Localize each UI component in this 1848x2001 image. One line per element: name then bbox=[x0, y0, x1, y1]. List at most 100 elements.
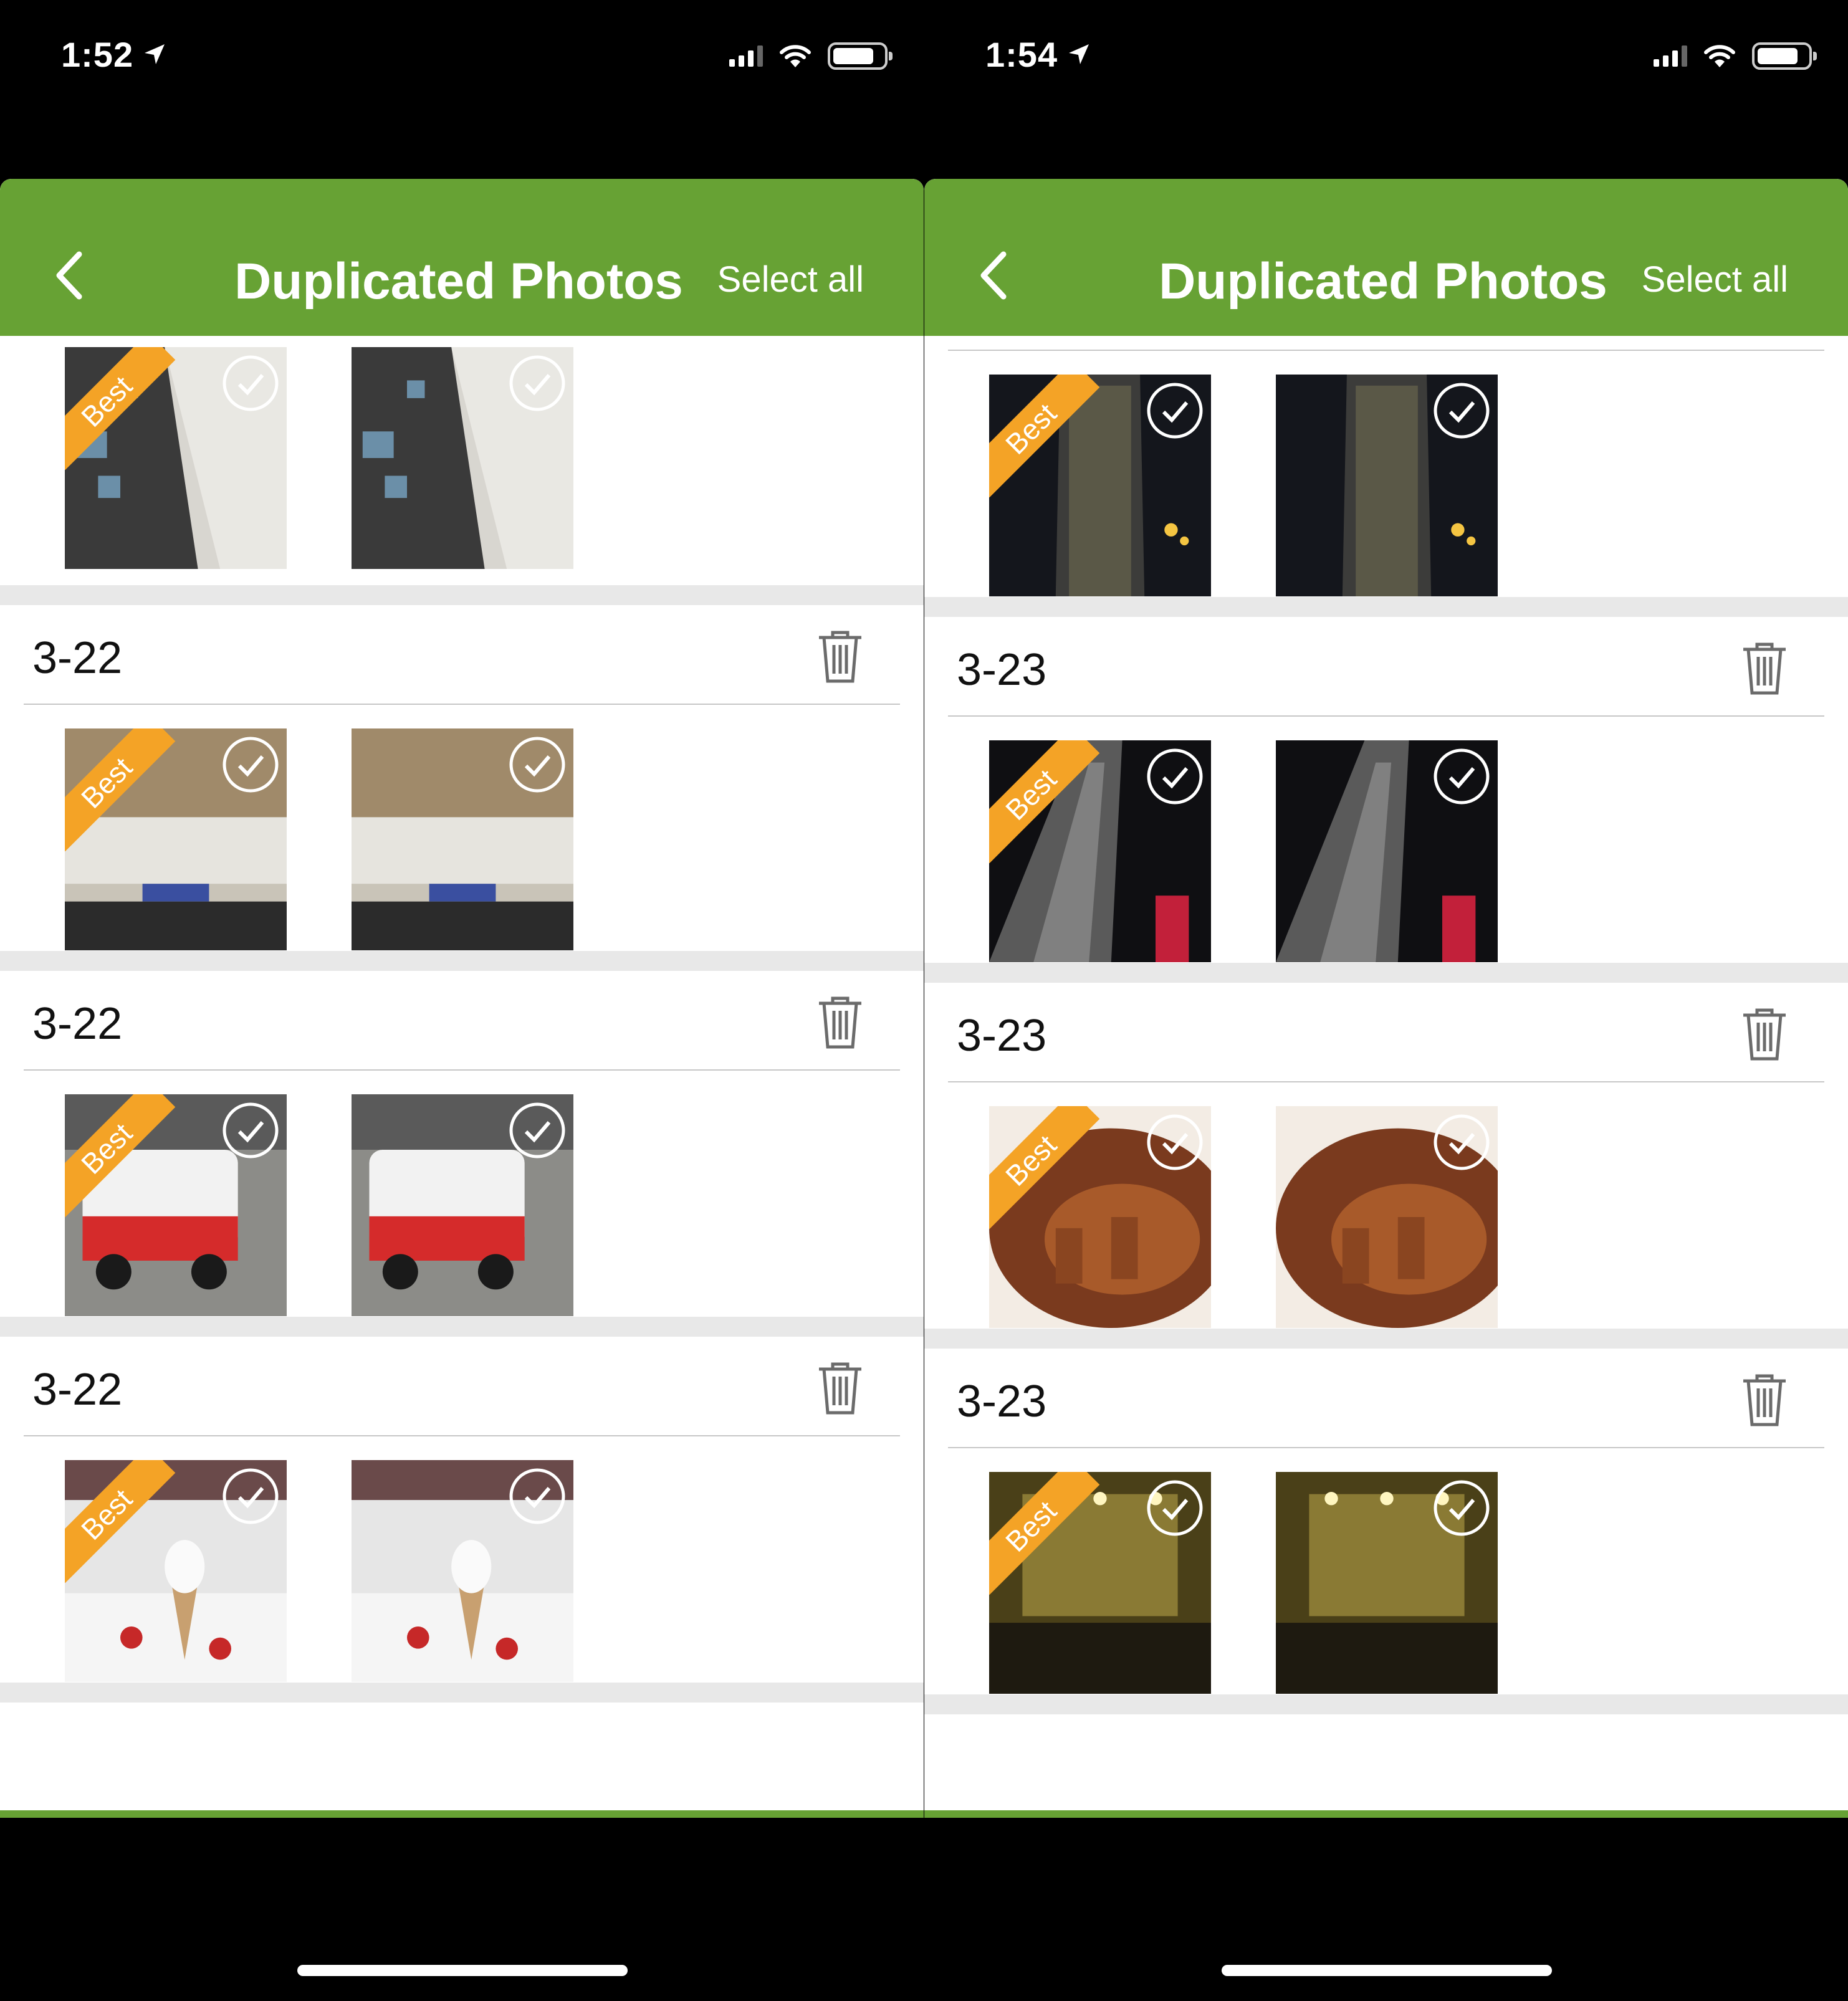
home-indicator[interactable] bbox=[297, 1965, 628, 1976]
photo-thumbnail[interactable] bbox=[1276, 1472, 1498, 1694]
status-bar-icons bbox=[1654, 42, 1817, 70]
photo-thumbnail-best[interactable]: Best bbox=[989, 1472, 1211, 1694]
group-header: 3-23 bbox=[948, 1349, 1824, 1448]
photo-thumbnail-best[interactable]: Best bbox=[989, 740, 1211, 962]
battery-icon bbox=[828, 42, 893, 70]
bottom-bar bbox=[0, 1810, 924, 1818]
trash-icon[interactable] bbox=[1740, 641, 1789, 697]
photo-group-row: Best bbox=[0, 336, 924, 585]
status-bar-icons bbox=[729, 42, 893, 70]
checkmark-circle-icon[interactable] bbox=[507, 735, 567, 795]
trash-icon[interactable] bbox=[1740, 1372, 1789, 1428]
group-separator bbox=[924, 597, 1848, 617]
battery-icon bbox=[1752, 42, 1817, 70]
photo-thumbnail[interactable] bbox=[1276, 375, 1498, 596]
duplicate-groups-list[interactable]: Best 3-23 Best 3-23 Best 3-23 Best bbox=[924, 336, 1848, 1818]
group-header: 3-22 bbox=[24, 971, 900, 1071]
status-bar-time: 1:52 bbox=[61, 34, 167, 75]
group-header: 3-23 bbox=[948, 617, 1824, 717]
duplicated-photos-screen: Duplicated Photos Select all Best bbox=[0, 179, 924, 1818]
status-bar-time: 1:54 bbox=[985, 34, 1091, 75]
photo-thumbnail[interactable] bbox=[1276, 740, 1498, 962]
wifi-icon bbox=[1704, 45, 1735, 67]
group-header: 3-22 bbox=[24, 605, 900, 705]
wifi-icon bbox=[780, 45, 811, 67]
photo-thumbnail[interactable] bbox=[352, 1460, 573, 1682]
best-badge: Best bbox=[989, 1106, 1114, 1231]
photo-group-row: Best bbox=[924, 1082, 1848, 1329]
phone-screen-left: 1:52 Duplicated Photos Select all Best 3… bbox=[0, 0, 924, 2001]
group-header: 3-23 bbox=[948, 983, 1824, 1082]
group-separator bbox=[924, 1694, 1848, 1714]
photo-thumbnail[interactable] bbox=[352, 1094, 573, 1316]
photo-thumbnail[interactable] bbox=[1276, 1106, 1498, 1328]
photo-thumbnail-best[interactable]: Best bbox=[65, 1094, 287, 1316]
signal-icon bbox=[1654, 45, 1687, 67]
nav-bar: Duplicated Photos Select all bbox=[0, 179, 924, 336]
phone-screen-right: 1:54 Duplicated Photos Select all Best 3… bbox=[924, 0, 1848, 2001]
best-badge: Best bbox=[65, 1460, 189, 1585]
checkmark-circle-icon[interactable] bbox=[221, 735, 280, 795]
checkmark-circle-icon[interactable] bbox=[1145, 747, 1205, 806]
home-indicator[interactable] bbox=[1222, 1965, 1552, 1976]
signal-icon bbox=[729, 45, 763, 67]
checkmark-circle-icon[interactable] bbox=[1432, 1478, 1491, 1538]
group-header: 3-22 bbox=[24, 1337, 900, 1436]
best-badge: Best bbox=[989, 375, 1114, 499]
location-arrow-icon bbox=[1066, 34, 1091, 75]
best-badge: Best bbox=[65, 728, 189, 853]
photo-group-row: Best bbox=[924, 1448, 1848, 1694]
photo-thumbnail[interactable] bbox=[352, 347, 573, 569]
group-separator bbox=[0, 585, 924, 605]
checkmark-circle-icon[interactable] bbox=[1145, 1112, 1205, 1172]
best-badge: Best bbox=[65, 347, 189, 472]
checkmark-circle-icon[interactable] bbox=[1432, 1112, 1491, 1172]
photo-group-row: Best bbox=[924, 717, 1848, 963]
status-time-text: 1:54 bbox=[985, 35, 1058, 74]
trash-icon[interactable] bbox=[815, 1360, 865, 1416]
checkmark-circle-icon[interactable] bbox=[507, 1466, 567, 1526]
checkmark-circle-icon[interactable] bbox=[221, 353, 280, 413]
checkmark-circle-icon[interactable] bbox=[1145, 381, 1205, 441]
group-separator bbox=[0, 951, 924, 971]
checkmark-circle-icon[interactable] bbox=[1432, 747, 1491, 806]
trash-icon[interactable] bbox=[1740, 1006, 1789, 1063]
checkmark-circle-icon[interactable] bbox=[1432, 381, 1491, 441]
best-badge: Best bbox=[989, 1472, 1114, 1597]
checkmark-circle-icon[interactable] bbox=[1145, 1478, 1205, 1538]
checkmark-circle-icon[interactable] bbox=[221, 1466, 280, 1526]
group-date: 3-22 bbox=[32, 999, 123, 1049]
group-header-divider bbox=[948, 336, 1824, 351]
group-date: 3-22 bbox=[32, 1365, 123, 1415]
photo-thumbnail[interactable] bbox=[352, 728, 573, 950]
photo-thumbnail-best[interactable]: Best bbox=[65, 728, 287, 950]
photo-group-row: Best bbox=[0, 705, 924, 951]
best-badge: Best bbox=[989, 740, 1114, 865]
group-date: 3-22 bbox=[32, 633, 123, 683]
group-date: 3-23 bbox=[957, 1011, 1047, 1061]
group-separator bbox=[924, 963, 1848, 983]
best-badge: Best bbox=[65, 1094, 189, 1219]
photo-group-row: Best bbox=[0, 1436, 924, 1683]
photo-thumbnail-best[interactable]: Best bbox=[65, 347, 287, 569]
photo-group-row: Best bbox=[0, 1071, 924, 1317]
photo-thumbnail-best[interactable]: Best bbox=[989, 1106, 1211, 1328]
photo-group-row: Best bbox=[924, 351, 1848, 597]
select-all-button[interactable]: Select all bbox=[717, 259, 864, 300]
status-time-text: 1:52 bbox=[61, 35, 134, 74]
group-date: 3-23 bbox=[957, 645, 1047, 695]
trash-icon[interactable] bbox=[815, 995, 865, 1051]
group-separator bbox=[0, 1317, 924, 1337]
photo-thumbnail-best[interactable]: Best bbox=[989, 375, 1211, 596]
checkmark-circle-icon[interactable] bbox=[507, 1101, 567, 1160]
checkmark-circle-icon[interactable] bbox=[507, 353, 567, 413]
group-date: 3-23 bbox=[957, 1377, 1047, 1426]
duplicate-groups-list[interactable]: Best 3-22 Best 3-22 Best 3-22 Best bbox=[0, 336, 924, 1818]
trash-icon[interactable] bbox=[815, 629, 865, 685]
nav-bar: Duplicated Photos Select all bbox=[924, 179, 1848, 336]
location-arrow-icon bbox=[142, 34, 167, 75]
select-all-button[interactable]: Select all bbox=[1642, 259, 1788, 300]
photo-thumbnail-best[interactable]: Best bbox=[65, 1460, 287, 1682]
checkmark-circle-icon[interactable] bbox=[221, 1101, 280, 1160]
duplicated-photos-screen: Duplicated Photos Select all Best bbox=[924, 179, 1848, 1818]
